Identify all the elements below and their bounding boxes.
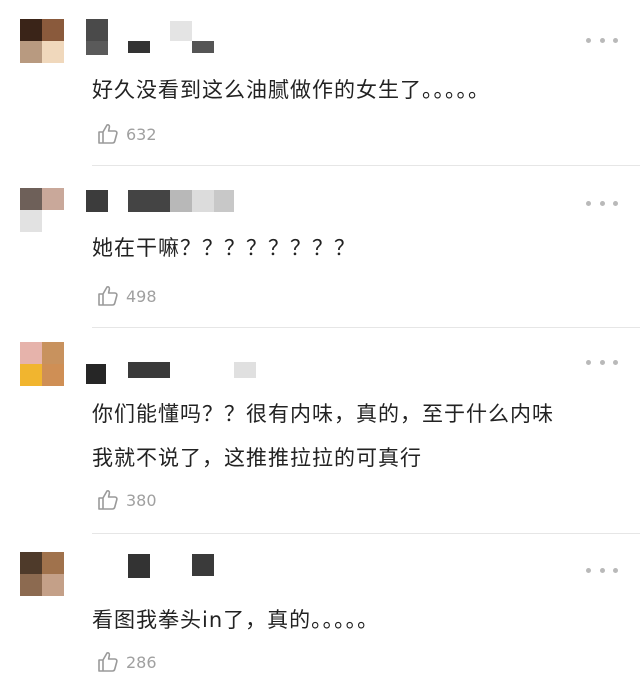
username-pixel (128, 41, 150, 53)
dot-icon (586, 37, 591, 43)
avatar-pixel (42, 188, 64, 210)
like-button[interactable]: 632 (96, 120, 157, 148)
avatar-pixel (20, 41, 42, 63)
username-pixelated[interactable] (86, 19, 216, 55)
more-options-button[interactable] (586, 354, 618, 370)
username-pixel (170, 21, 192, 41)
comment-body: 你们能懂吗？？很有内味，真的，至于什么内味 我就不说了，这推推拉拉的可真行 (92, 392, 640, 480)
avatar-pixel (42, 574, 64, 596)
comment-body: 看图我拳头in了，真的。。。。。 (92, 602, 640, 638)
avatar-pixel (20, 574, 42, 596)
username-pixel (192, 554, 214, 576)
comment-text: 你们能懂吗？？很有内味，真的，至于什么内味 我就不说了，这推推拉拉的可真行 (92, 402, 554, 470)
avatar-pixel (42, 552, 64, 574)
username-pixel (128, 190, 170, 212)
like-button[interactable]: 286 (96, 648, 157, 676)
username-pixel (192, 41, 214, 53)
avatar-pixel (20, 19, 42, 41)
username-pixel (86, 364, 106, 384)
more-options-button[interactable] (586, 562, 618, 578)
dot-icon (599, 359, 605, 365)
avatar-pixel (20, 210, 42, 232)
comment-text: 她在干嘛？？？？？？？？ (92, 236, 356, 260)
avatar[interactable] (20, 19, 64, 63)
thumbs-up-icon (98, 124, 118, 144)
avatar-pixel (42, 210, 64, 232)
username-pixel (234, 362, 256, 378)
comment-body: 她在干嘛？？？？？？？？ (92, 230, 640, 266)
dot-icon (599, 37, 605, 43)
dot-icon (586, 567, 591, 573)
comment-item: 看图我拳头in了，真的。。。。。 286 (0, 534, 640, 693)
thumbs-up-icon (98, 652, 118, 672)
avatar-pixel (20, 342, 42, 364)
avatar-pixel (20, 188, 42, 210)
avatar-pixel (20, 552, 42, 574)
dot-icon (613, 37, 618, 43)
avatar[interactable] (20, 552, 64, 596)
username-pixel (128, 362, 170, 378)
avatar[interactable] (20, 342, 64, 386)
like-count: 380 (126, 490, 157, 510)
dot-icon (613, 359, 618, 365)
thumbs-up-icon (98, 490, 118, 510)
like-button[interactable]: 498 (96, 282, 157, 310)
dot-icon (613, 200, 618, 206)
comment-list: 好久没看到这么油腻做作的女生了。。。。。 632 她在干嘛？？？？？？？？ 49… (0, 0, 640, 693)
comment-text: 看图我拳头in了，真的。。。。。 (92, 608, 380, 632)
like-button[interactable]: 380 (96, 486, 157, 514)
comment-item: 你们能懂吗？？很有内味，真的，至于什么内味 我就不说了，这推推拉拉的可真行 38… (0, 328, 640, 534)
like-count: 286 (126, 652, 157, 672)
avatar-pixel (42, 41, 64, 63)
comment-body: 好久没看到这么油腻做作的女生了。。。。。 (92, 72, 640, 108)
username-pixel (170, 190, 192, 212)
more-options-button[interactable] (586, 195, 618, 211)
like-count: 498 (126, 286, 157, 306)
avatar-pixel (42, 364, 64, 386)
comment-item: 好久没看到这么油腻做作的女生了。。。。。 632 (0, 0, 640, 166)
username-pixelated[interactable] (86, 360, 258, 390)
username-pixel (86, 19, 108, 41)
username-pixelated[interactable] (86, 190, 236, 220)
dot-icon (599, 200, 605, 206)
like-count: 632 (126, 124, 157, 144)
dot-icon (586, 359, 591, 365)
username-pixel (214, 190, 234, 212)
dot-icon (586, 200, 591, 206)
avatar-pixel (42, 342, 64, 364)
avatar[interactable] (20, 188, 64, 232)
username-pixelated[interactable] (128, 552, 218, 582)
thumbs-up-icon (98, 286, 118, 306)
avatar-pixel (20, 364, 42, 386)
dot-icon (613, 567, 618, 573)
comment-item: 她在干嘛？？？？？？？？ 498 (0, 166, 640, 328)
username-pixel (192, 190, 214, 212)
avatar-pixel (42, 19, 64, 41)
username-pixel (86, 190, 108, 212)
dot-icon (599, 567, 605, 573)
comment-text: 好久没看到这么油腻做作的女生了。。。。。 (92, 78, 490, 102)
username-pixel (86, 41, 108, 55)
more-options-button[interactable] (586, 32, 618, 48)
username-pixel (128, 554, 150, 578)
